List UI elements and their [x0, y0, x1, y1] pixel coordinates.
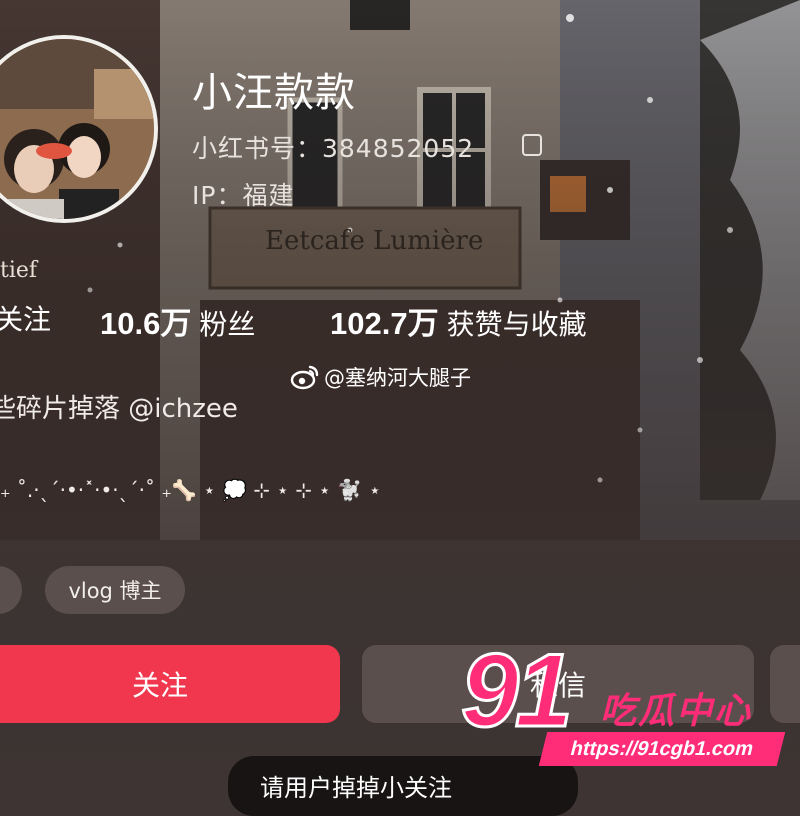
weibo-link[interactable]: @塞纳河大腿子 — [290, 362, 471, 392]
bio-text: 些碎片掉落 @ichzee — [0, 394, 238, 424]
fans-label: 粉丝 — [199, 308, 256, 341]
stat-following[interactable]: 关注 — [0, 298, 51, 338]
following-label: 关注 — [0, 303, 52, 336]
stat-likes[interactable]: 102.7万 获赞与收藏 — [330, 298, 587, 343]
watermark-logo-text: 吃瓜中心 — [600, 691, 753, 732]
follow-label: 关注 — [131, 669, 188, 702]
likes-count: 102.7万 — [330, 306, 439, 341]
watermark-url: https://91cgb1.com — [538, 732, 786, 766]
weibo-icon — [290, 365, 319, 390]
weibo-handle: @塞纳河大腿子 — [324, 366, 471, 390]
stat-fans[interactable]: 10.6万 粉丝 — [100, 298, 255, 343]
red-id: 小红书号：384852052 — [192, 134, 475, 163]
sign-text: Eetcafe Lumière — [265, 226, 484, 256]
tag-chip-vlog[interactable]: vlog 博主 — [45, 566, 185, 614]
copy-icon[interactable] — [522, 134, 542, 156]
profile-name: 小汪款款 — [192, 70, 356, 116]
fans-count: 10.6万 — [100, 306, 192, 341]
sign-left-text: tief — [0, 258, 38, 283]
tag-label: vlog 博主 — [68, 579, 162, 603]
likes-label: 获赞与收藏 — [446, 308, 587, 341]
ip-location: IP：福建 — [192, 181, 295, 210]
bio-decoration: ₊ ˚.·ˎˊ·•·˟·•·ˎˊ·˚ ₊🦴 ⋆ 💭 ⊹ ⋆ ⊹ ⋆ 🐩 ⋆ — [0, 478, 382, 502]
follow-button[interactable]: 关注 — [0, 645, 340, 723]
watermark: 91 吃瓜中心 https://91cgb1.com — [455, 632, 800, 770]
